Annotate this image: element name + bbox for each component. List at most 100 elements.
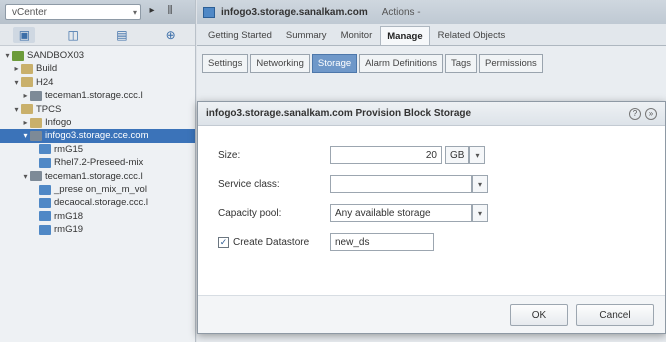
tree-node[interactable]: Rhel7.2-Preseed-mix xyxy=(0,156,195,169)
tree-node[interactable]: rmG18 xyxy=(0,210,195,223)
vm-icon xyxy=(39,211,51,222)
expand-down-icon[interactable]: ▾ xyxy=(3,49,12,62)
dialog-footer: OK Cancel xyxy=(198,295,665,333)
capacity-pool-value: Any available storage xyxy=(335,207,431,219)
service-class-select[interactable] xyxy=(330,175,472,193)
chevron-down-icon: ▾ xyxy=(477,179,482,189)
tree-node[interactable]: ▾ H24 xyxy=(0,76,195,89)
tree-node[interactable]: ▾ infogo3.storage.cce.com xyxy=(0,129,195,143)
pin-icon[interactable]: ⫼ xyxy=(163,5,177,19)
expand-right-icon[interactable]: ▸ xyxy=(21,89,30,102)
history-icon[interactable]: ▸ xyxy=(145,5,159,19)
dialog-title: infogo3.storage.sanalkam.com Provision B… xyxy=(206,108,472,119)
subtab-networking[interactable]: Networking xyxy=(250,54,310,73)
networking-icon[interactable]: ⊕ xyxy=(160,27,182,43)
tree-node[interactable]: _prese on_mix_m_vol xyxy=(0,183,195,196)
capacity-pool-select[interactable]: Any available storage xyxy=(330,204,472,222)
service-class-row: Service class: ▾ xyxy=(218,175,488,193)
create-datastore-checkbox[interactable]: ✓ xyxy=(218,236,229,248)
tree-node[interactable]: ▸ Build xyxy=(0,62,195,75)
tree-node[interactable]: ▸ teceman1.storage.ccc.l xyxy=(0,89,195,102)
datastore-name-value: new_ds xyxy=(335,236,370,248)
size-value: 20 xyxy=(425,149,437,161)
datacenter-icon xyxy=(12,50,24,61)
folder-icon xyxy=(21,77,33,88)
vm-icon xyxy=(39,184,51,195)
navigator-view-icons: ▣ ◫ ▤ ⊕ xyxy=(0,24,195,46)
chevron-down-icon: ▾ xyxy=(132,7,137,17)
folder-icon xyxy=(21,104,33,115)
tree-node-label: TPCS xyxy=(36,103,62,115)
subtab-storage[interactable]: Storage xyxy=(311,54,358,73)
vm-icon xyxy=(39,224,51,235)
tab-summary[interactable]: Summary xyxy=(280,26,333,45)
tree-node[interactable]: ▾ SANDBOX03 xyxy=(0,49,195,62)
tab-monitor[interactable]: Monitor xyxy=(335,26,379,45)
manage-subtabs: Settings Networking Storage Alarm Definitio… xyxy=(197,46,666,73)
subtab-settings[interactable]: Settings xyxy=(202,54,249,73)
vm-icon xyxy=(39,144,51,155)
host-icon xyxy=(30,90,42,101)
tree-node-label: rmG18 xyxy=(54,210,84,222)
vcenter-select[interactable]: vCenter ▾ xyxy=(5,4,141,20)
size-label: Size: xyxy=(218,149,241,161)
tree-node-label: H24 xyxy=(36,76,54,88)
expand-down-icon[interactable]: ▾ xyxy=(21,170,30,183)
storage-icon[interactable]: ▤ xyxy=(111,27,133,43)
tree-node-label: infogo3.storage.cce.com xyxy=(45,130,149,142)
minimize-icon[interactable]: » xyxy=(645,107,657,120)
tree-node-label: Build xyxy=(36,63,58,75)
cancel-button[interactable]: Cancel xyxy=(576,304,654,326)
expand-down-icon[interactable]: ▾ xyxy=(12,76,21,89)
ok-button[interactable]: OK xyxy=(510,304,568,326)
object-title: infogo3.storage.sanalkam.com xyxy=(221,6,368,18)
tree-node-label: Rhel7.2-Preseed-mix xyxy=(54,157,144,169)
object-tabs: Getting Started Summary Monitor Manage Relat… xyxy=(197,24,666,46)
datastore-name-input[interactable]: new_ds xyxy=(330,233,434,251)
tab-related-objects[interactable]: Related Objects xyxy=(432,26,512,45)
subtab-permissions[interactable]: Permissions xyxy=(479,54,543,73)
tree-node-label: rmG19 xyxy=(54,224,84,236)
hosts-clusters-icon[interactable]: ▣ xyxy=(13,26,36,43)
capacity-pool-dropdown[interactable]: ▾ xyxy=(472,204,488,222)
tree-node-label: SANDBOX03 xyxy=(27,50,85,61)
tree-node[interactable]: ▾ TPCS xyxy=(0,103,195,116)
tree-node[interactable]: rmG15 xyxy=(0,143,195,156)
host-icon xyxy=(30,171,42,182)
create-datastore-checkbox-wrap[interactable]: ✓ Create Datastore xyxy=(218,236,330,248)
actions-menu[interactable]: Actions - xyxy=(382,7,421,18)
navigator-header: vCenter ▾ ▸ ⫼ xyxy=(0,0,195,24)
tab-manage[interactable]: Manage xyxy=(380,26,430,45)
host-icon xyxy=(203,6,215,18)
size-unit-dropdown[interactable]: ▾ xyxy=(469,146,486,164)
tree-node[interactable]: ▾ teceman1.storage.ccc.l xyxy=(0,170,195,183)
tree-node-label: teceman1.storage.ccc.l xyxy=(45,90,143,102)
tree-node-label: rmG15 xyxy=(54,143,84,155)
tree-node[interactable]: ▸ Infogo xyxy=(0,116,195,129)
tree-node[interactable]: rmG19 xyxy=(0,223,195,236)
inventory-tree: ▾ SANDBOX03 ▸ Build ▾ H24 ▸ teceman1.storage.cc… xyxy=(0,46,195,236)
size-unit-select[interactable]: GB xyxy=(445,146,470,164)
tree-node-label: _prese on_mix_m_vol xyxy=(54,183,147,195)
provision-block-storage-dialog: infogo3.storage.sanalkam.com Provision B… xyxy=(197,101,666,334)
folder-icon xyxy=(30,117,42,128)
tree-node-label: teceman1.storage.ccc.l xyxy=(45,170,143,182)
tab-getting-started[interactable]: Getting Started xyxy=(202,26,278,45)
create-datastore-label: Create Datastore xyxy=(233,236,310,248)
expand-right-icon[interactable]: ▸ xyxy=(12,62,21,75)
vms-templates-icon[interactable]: ◫ xyxy=(62,27,84,43)
navigator-panel: vCenter ▾ ▸ ⫼ ▣ ◫ ▤ ⊕ ▾ SANDBOX03 ▸ Build ▾ H… xyxy=(0,0,196,342)
expand-down-icon[interactable]: ▾ xyxy=(12,103,21,116)
tree-node-label: Infogo xyxy=(45,116,72,128)
tree-node-label: decaocal.storage.ccc.l xyxy=(54,197,148,209)
size-input[interactable]: 20 xyxy=(330,146,442,164)
subtab-tags[interactable]: Tags xyxy=(444,54,478,73)
expand-down-icon[interactable]: ▾ xyxy=(21,129,30,142)
create-datastore-row: ✓ Create Datastore new_ds xyxy=(218,233,434,251)
expand-right-icon[interactable]: ▸ xyxy=(21,116,30,129)
tree-node[interactable]: decaocal.storage.ccc.l xyxy=(0,196,195,209)
help-icon[interactable]: ? xyxy=(629,107,641,120)
service-class-dropdown[interactable]: ▾ xyxy=(472,175,488,193)
subtab-alarm-definitions[interactable]: Alarm Definitions xyxy=(359,54,443,73)
size-row: Size: 20 GB ▾ xyxy=(218,146,486,164)
